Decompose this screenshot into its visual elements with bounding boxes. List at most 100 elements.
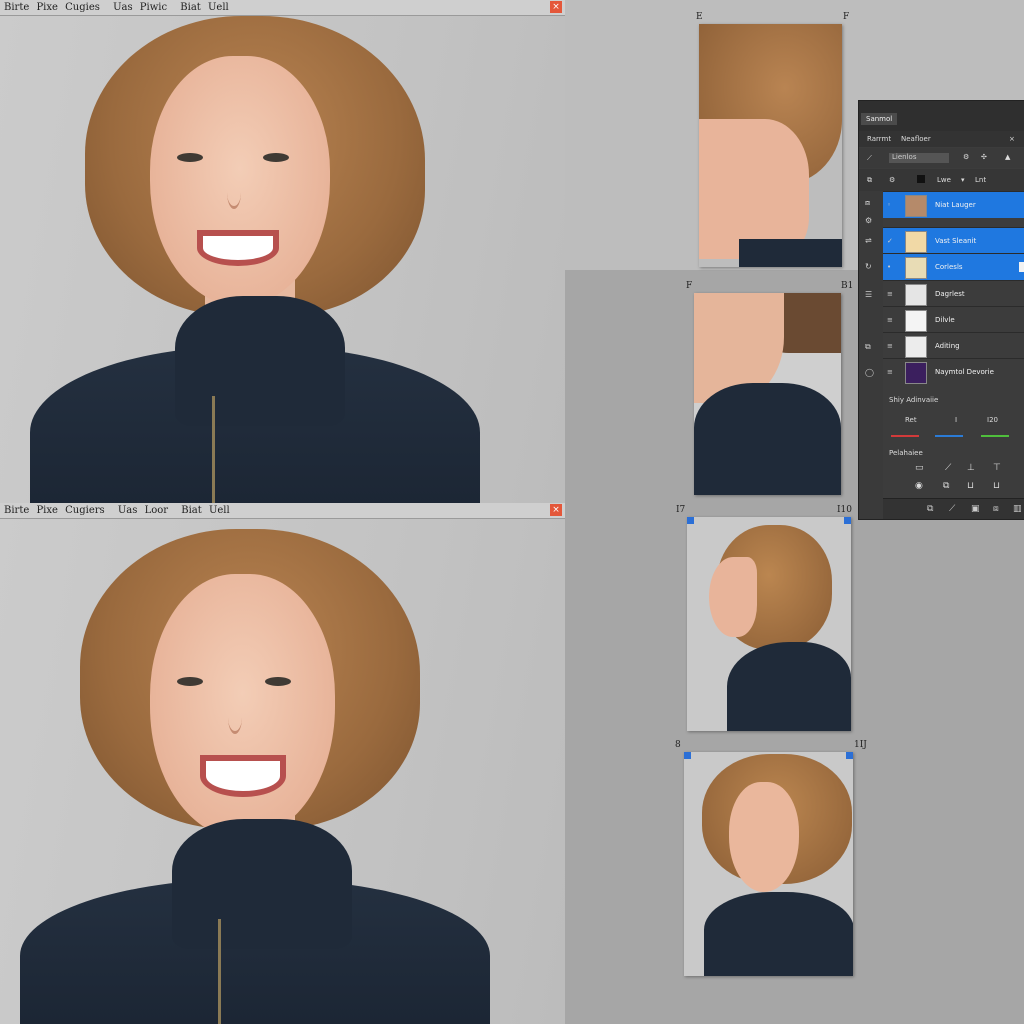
handle-icon[interactable] — [844, 517, 851, 524]
color-balance-icon[interactable]: ⧉ — [943, 481, 949, 491]
menu-item[interactable]: Pixe — [36, 0, 57, 15]
adjust-value[interactable]: Ret — [905, 416, 917, 424]
close-icon[interactable]: × — [550, 504, 562, 516]
green-swatch[interactable] — [981, 435, 1009, 437]
eye-icon[interactable]: ◦ — [887, 201, 891, 209]
menu-item[interactable]: Biat — [181, 503, 202, 518]
new-layer-icon[interactable]: ⧈ — [993, 504, 999, 514]
adjust-value[interactable]: I — [955, 416, 957, 424]
layer-item[interactable]: ≡ Dilvle — [883, 306, 1024, 333]
layer-name: Aditing — [935, 342, 960, 350]
layer-item[interactable]: ≡ Naymtol Devorie — [883, 358, 1024, 385]
thumb-number: B1 — [841, 281, 854, 291]
menu-icon[interactable]: ≡ — [887, 342, 893, 350]
editor-window-top: Birte Pixe Cugies Uas Piwic Biat Uell × — [0, 0, 565, 503]
tab-layers[interactable]: Sanmol — [861, 113, 898, 125]
photo-filter-icon[interactable]: ⊔ — [967, 481, 974, 491]
channel-mixer-icon[interactable]: ⊔ — [993, 481, 1000, 491]
filter-row: ⟋ Lienlos ⚙ ✣ ▲ — [859, 148, 1024, 168]
menu-icon[interactable]: ≡ — [887, 316, 893, 324]
menu-item[interactable]: Cugiers — [65, 503, 105, 518]
menu-item[interactable]: Uas — [113, 0, 133, 15]
folder-icon[interactable]: ▣ — [971, 504, 980, 514]
option-label[interactable]: Rarrmt — [867, 135, 891, 143]
thumb-number: I7 — [676, 505, 686, 515]
layer-thumbnail — [905, 284, 927, 306]
thumbnail-front[interactable] — [684, 752, 853, 976]
menubar-bottom: Birte Pixe Cugiers Uas Loor Biat Uell × — [0, 503, 565, 519]
editor-window-bottom: Birte Pixe Cugiers Uas Loor Biat Uell × — [0, 503, 565, 1024]
panel-bottom-bar: ⧉ ⟋ ▣ ⧈ ▥ — [883, 498, 1024, 519]
panel-tabbar: Sanmol — [859, 101, 1024, 131]
menu-item[interactable]: Cugies — [65, 0, 100, 15]
lock-icon[interactable]: ⚙ — [963, 153, 969, 161]
close-icon[interactable]: × — [550, 1, 562, 13]
layer-thumbnail — [905, 231, 927, 253]
filter-icon[interactable]: ⟋ — [867, 154, 872, 163]
handle-icon[interactable] — [687, 517, 694, 524]
adjust-value[interactable]: I20 — [987, 416, 998, 424]
menu-item[interactable]: Uas — [118, 503, 138, 518]
thumbnail-back-view[interactable] — [694, 293, 841, 495]
layer-item[interactable]: • Corlesls — [883, 253, 1024, 280]
thumbnail-profile[interactable] — [687, 517, 851, 731]
trash-icon[interactable]: ▲ — [1005, 153, 1010, 161]
move-icon[interactable]: ⇌ — [865, 237, 875, 245]
layer-item[interactable]: ◦ Niat Lauger — [883, 191, 1024, 218]
red-swatch[interactable] — [891, 435, 919, 437]
menu-item[interactable]: Biat — [180, 0, 201, 15]
photo-canvas-bottom[interactable] — [0, 519, 565, 1024]
mask-icon[interactable] — [917, 175, 925, 183]
brightness-icon[interactable]: ▭ — [915, 463, 924, 473]
hue-icon[interactable]: ◉ — [915, 481, 923, 491]
menu-item[interactable]: Pixe — [36, 503, 57, 518]
layer-item[interactable]: ≡ Dagrlest — [883, 280, 1024, 307]
menu-item[interactable]: Uell — [209, 503, 230, 518]
eye-icon[interactable]: ✓ — [887, 237, 893, 245]
list-icon[interactable]: ☰ — [865, 291, 875, 299]
layer-item[interactable]: ✓ Vast Sleanit — [883, 227, 1024, 254]
gear-icon[interactable]: ⚙ — [889, 176, 895, 184]
levels-icon[interactable]: ⟋ — [945, 463, 951, 473]
layer-item[interactable]: ≡ Aditing — [883, 332, 1024, 359]
group-icon[interactable]: ⧉ — [865, 343, 875, 351]
photo-canvas-top[interactable] — [0, 16, 565, 503]
adjust-icon[interactable]: ⧉ — [867, 176, 872, 185]
menu-item[interactable]: Birte — [4, 503, 29, 518]
visibility-icon[interactable]: ◯ — [865, 369, 875, 377]
trash-icon[interactable]: ▥ — [1013, 504, 1022, 514]
panel-options-row: Rarrmt Neafloer × — [859, 131, 1024, 147]
handle-icon[interactable] — [684, 752, 691, 759]
fx-icon[interactable]: ⧉ — [927, 504, 933, 514]
chevron-down-icon[interactable]: ▾ — [961, 176, 965, 184]
layer-name: Dilvle — [935, 316, 955, 324]
exposure-icon[interactable]: ⊤ — [993, 463, 1001, 473]
curves-icon[interactable]: ⊥ — [967, 463, 975, 473]
settings-icon[interactable]: ⚙ — [865, 217, 875, 225]
eye-icon[interactable]: • — [887, 263, 891, 271]
thumb-number: E — [696, 12, 703, 22]
thumbnail-closeup[interactable] — [699, 24, 842, 267]
brush-icon[interactable]: ⟋ — [949, 504, 955, 514]
panel-toolstrip: ⧈ ⚙ ⇌ ↻ ☰ ⧉ ◯ — [859, 191, 883, 519]
menu-item[interactable]: Loor — [145, 503, 168, 518]
layer-thumbnail — [905, 257, 927, 279]
menubar-top: Birte Pixe Cugies Uas Piwic Biat Uell × — [0, 0, 565, 16]
close-icon[interactable]: × — [1009, 135, 1015, 143]
refresh-icon[interactable]: ↻ — [865, 263, 875, 271]
new-layer-icon[interactable]: ⧈ — [865, 199, 875, 207]
layer-name: Dagrlest — [935, 290, 965, 298]
opacity-label[interactable]: Lnt — [975, 176, 986, 184]
option-label[interactable]: Neafloer — [901, 135, 931, 143]
search-input[interactable]: Lienlos — [889, 153, 949, 163]
menu-item[interactable]: Uell — [208, 0, 229, 15]
blue-swatch[interactable] — [935, 435, 963, 437]
blend-mode-label[interactable]: Lwe — [937, 176, 951, 184]
menu-item[interactable]: Birte — [4, 0, 29, 15]
handle-icon[interactable] — [846, 752, 853, 759]
menu-item[interactable]: Piwic — [140, 0, 167, 15]
layer-thumbnail — [905, 362, 927, 384]
menu-icon[interactable]: ≡ — [887, 368, 893, 376]
menu-icon[interactable]: ≡ — [887, 290, 893, 298]
link-icon[interactable]: ✣ — [981, 153, 987, 161]
